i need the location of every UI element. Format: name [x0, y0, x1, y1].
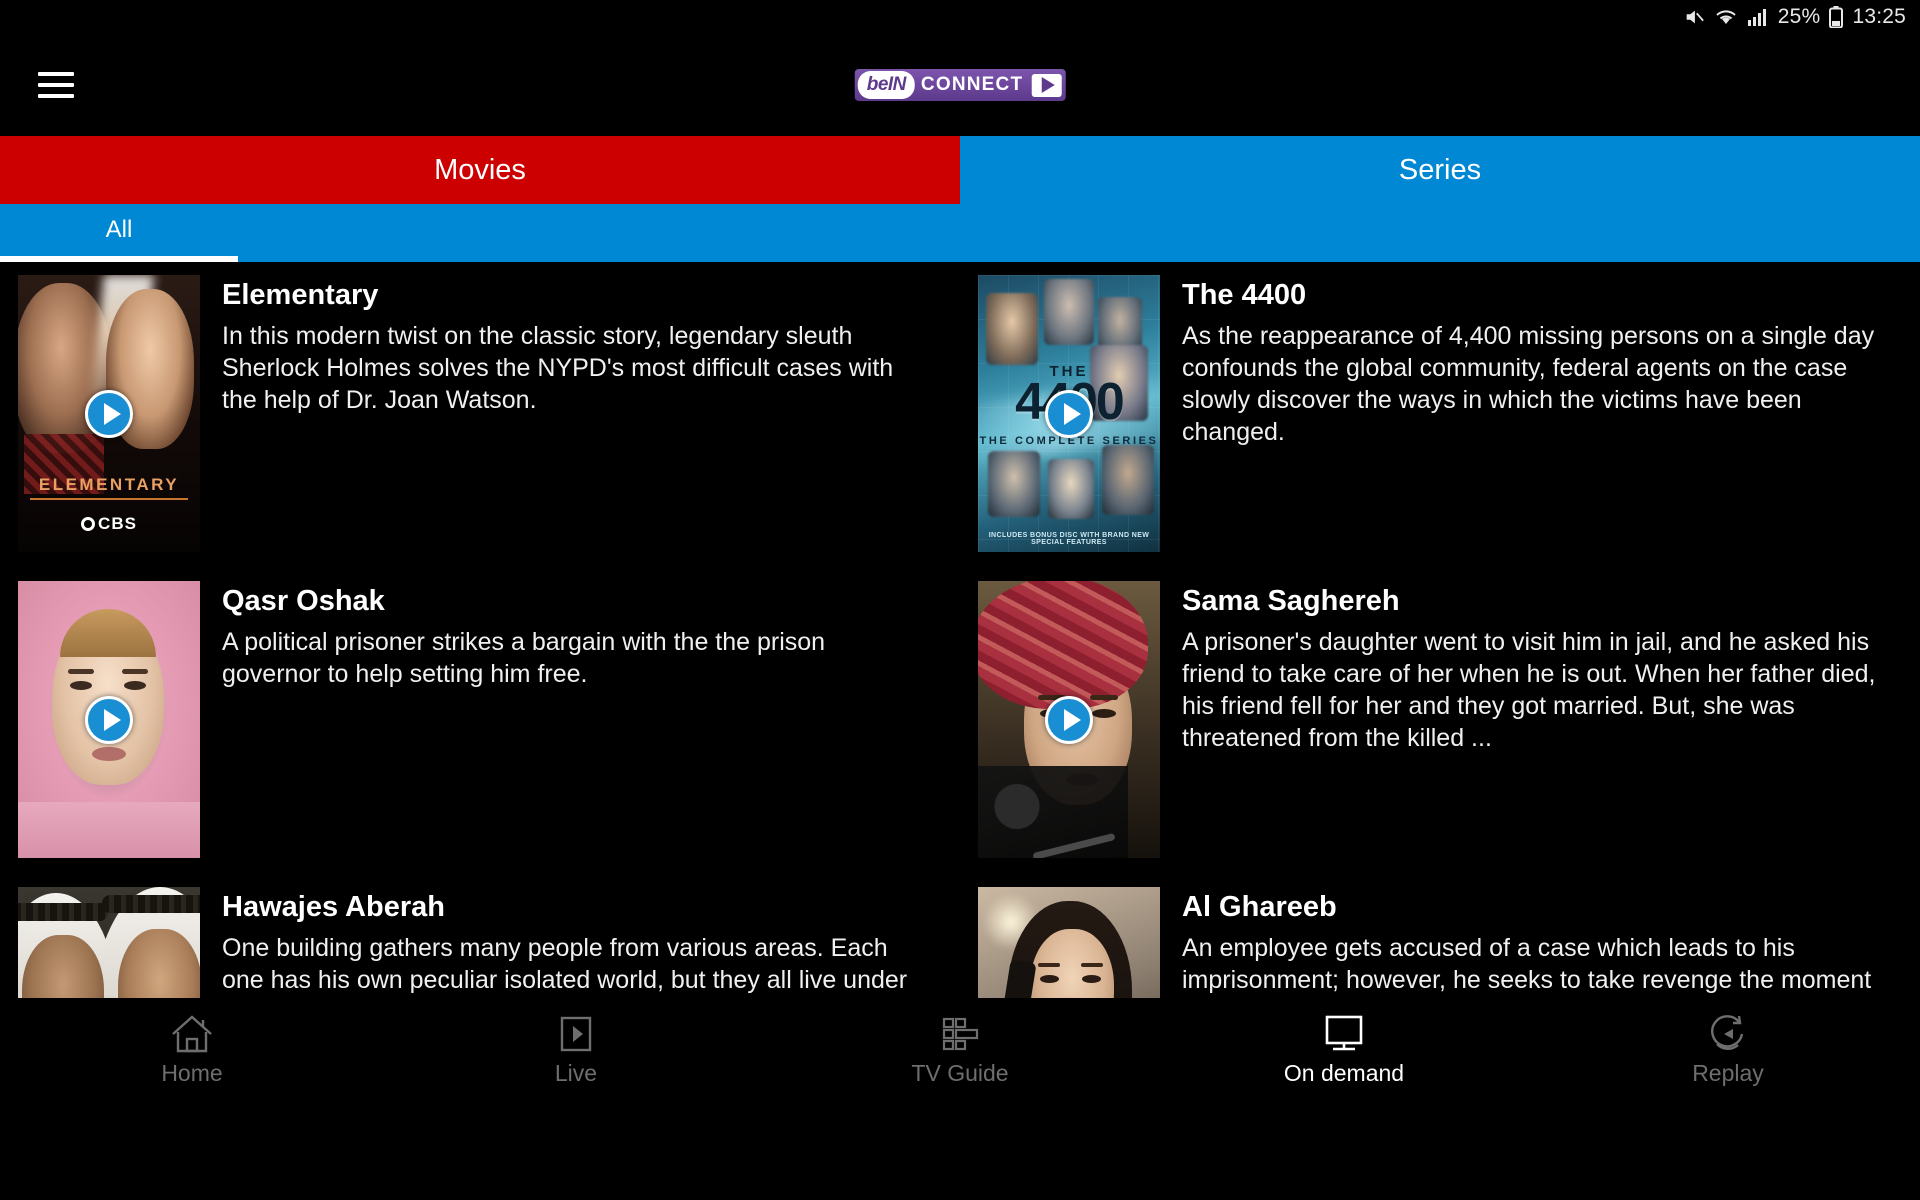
list-item[interactable]: ELEMENTARY CBS Elementary In this modern… — [0, 262, 960, 568]
item-text: The 4400 As the reappearance of 4,400 mi… — [1160, 275, 1920, 568]
logo-connect-text: CONNECT — [920, 74, 1024, 95]
tab-movies-label: Movies — [434, 153, 526, 186]
sub-tab-bar: All — [0, 204, 1920, 262]
item-title: Elementary — [222, 279, 379, 311]
poster-title-text: ELEMENTARY — [30, 475, 188, 500]
live-play-icon — [549, 1011, 603, 1057]
play-button[interactable] — [1045, 389, 1093, 438]
tab-movies[interactable]: Movies — [0, 136, 960, 204]
hamburger-bar-2 — [38, 83, 74, 87]
item-text: Qasr Oshak A political prisoner strikes … — [200, 581, 960, 874]
home-icon — [165, 1011, 219, 1057]
series-grid: ELEMENTARY CBS Elementary In this modern… — [0, 262, 1920, 1098]
poster-mouth — [92, 747, 126, 761]
thumbnail[interactable] — [978, 581, 1160, 858]
battery-icon — [1829, 6, 1844, 28]
poster-shirt — [18, 802, 200, 858]
wifi-icon — [1714, 7, 1738, 27]
play-button[interactable] — [1045, 695, 1093, 744]
poster-face-f — [1048, 459, 1094, 519]
nav-item-tv-guide-label: TV Guide — [911, 1060, 1009, 1086]
content-area: ELEMENTARY CBS Elementary In this modern… — [0, 262, 1920, 1098]
nav-item-replay[interactable]: Replay — [1536, 998, 1920, 1098]
thumbnail[interactable] — [18, 581, 200, 858]
poster-footer-text: INCLUDES BONUS DISC WITH BRAND NEW SPECI… — [988, 532, 1150, 546]
poster-network-text: CBS — [18, 514, 200, 534]
hamburger-bar-1 — [38, 72, 74, 76]
thumbnail[interactable]: THE 4400 THE COMPLETE SERIES INCLUDES BO… — [978, 275, 1160, 552]
list-item[interactable]: Qasr Oshak A political prisoner strikes … — [0, 568, 960, 874]
poster-eye-right — [1092, 709, 1116, 718]
item-title: The 4400 — [1182, 279, 1307, 311]
poster-agal-right — [102, 895, 200, 913]
poster-brow-right — [1090, 695, 1118, 700]
poster-eye-left — [70, 681, 92, 690]
play-button[interactable] — [85, 389, 133, 438]
play-button[interactable] — [85, 695, 133, 744]
nav-item-home-label: Home — [161, 1060, 223, 1086]
logo-bein-text: beIN — [857, 71, 915, 99]
tab-series-label: Series — [1398, 153, 1482, 186]
poster-eye-right — [124, 681, 146, 690]
battery-percent-label: 25% — [1777, 5, 1821, 28]
item-description: As the reappearance of 4,400 missing per… — [1182, 322, 1875, 446]
nav-item-tv-guide[interactable]: TV Guide — [768, 998, 1152, 1098]
hamburger-bar-3 — [38, 94, 74, 98]
logo-play-icon — [1031, 73, 1062, 97]
poster-brow-left — [68, 669, 94, 674]
poster-microphone — [978, 766, 1128, 858]
poster-eye-left — [1040, 975, 1059, 983]
poster-brow-right — [122, 669, 148, 674]
nav-item-on-demand[interactable]: On demand — [1152, 998, 1536, 1098]
item-text: Sama Saghereh A prisoner's daughter went… — [1160, 581, 1920, 874]
thumbnail[interactable]: ELEMENTARY CBS — [18, 275, 200, 552]
tab-series[interactable]: Series — [960, 136, 1920, 204]
item-description: A prisoner's daughter went to visit him … — [1182, 628, 1876, 752]
item-description: A political prisoner strikes a bargain w… — [222, 628, 826, 689]
main-tab-bar: Movies Series — [0, 136, 1920, 204]
item-title: Al Ghareeb — [1182, 891, 1337, 923]
item-description: In this modern twist on the classic stor… — [222, 322, 894, 414]
bottom-navigation-bar: Home Live TV Guide On demand Replay — [0, 998, 1920, 1098]
nav-item-live-label: Live — [554, 1060, 598, 1086]
poster-agal-left — [18, 903, 108, 921]
app-bar: beIN CONNECT — [0, 34, 1920, 136]
poster-turban — [978, 581, 1148, 709]
hamburger-menu-icon[interactable] — [38, 72, 74, 98]
nav-item-replay-label: Replay — [1692, 1060, 1764, 1086]
clock-label: 13:25 — [1852, 5, 1906, 28]
status-bar: 25% 13:25 — [0, 0, 1920, 34]
item-title: Sama Saghereh — [1182, 585, 1400, 617]
mute-icon — [1683, 6, 1705, 28]
poster-face-b — [1044, 279, 1094, 345]
tv-guide-grid-icon — [933, 1011, 987, 1057]
cbs-eye-icon — [81, 517, 96, 531]
poster-brow-left — [1038, 963, 1060, 967]
bein-connect-logo[interactable]: beIN CONNECT — [854, 69, 1066, 101]
sub-tab-all-label: All — [105, 216, 133, 243]
item-text: Elementary In this modern twist on the c… — [200, 275, 960, 568]
monitor-icon — [1317, 1011, 1371, 1057]
list-item[interactable]: Sama Saghereh A prisoner's daughter went… — [960, 568, 1920, 874]
nav-item-home[interactable]: Home — [0, 998, 384, 1098]
sub-tab-all[interactable]: All — [0, 204, 238, 256]
poster-face-e — [988, 451, 1040, 517]
item-title: Qasr Oshak — [222, 585, 385, 617]
replay-circle-play-icon — [1701, 1011, 1755, 1057]
list-item[interactable]: THE 4400 THE COMPLETE SERIES INCLUDES BO… — [960, 262, 1920, 568]
nav-item-on-demand-label: On demand — [1283, 1060, 1405, 1086]
poster-eye-right — [1082, 975, 1101, 983]
poster-brow-right — [1081, 963, 1103, 967]
nav-item-live[interactable]: Live — [384, 998, 768, 1098]
cellular-signal-icon — [1747, 7, 1769, 27]
poster-face-a — [986, 293, 1038, 365]
item-title: Hawajes Aberah — [222, 891, 445, 923]
poster-face-g — [1102, 445, 1154, 515]
cbs-label: CBS — [98, 514, 137, 533]
